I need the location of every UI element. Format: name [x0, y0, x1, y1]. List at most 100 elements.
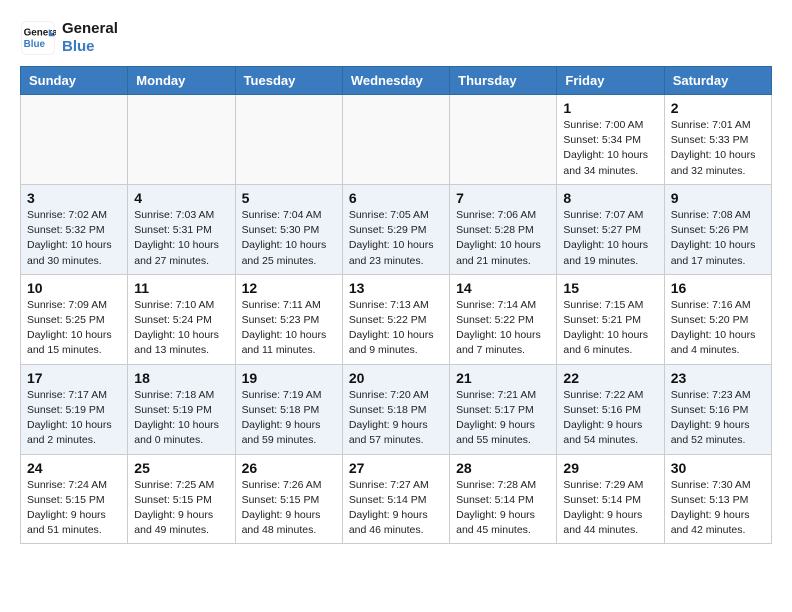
day-info: Sunrise: 7:08 AMSunset: 5:26 PMDaylight:…	[671, 208, 765, 269]
calendar-cell: 13Sunrise: 7:13 AMSunset: 5:22 PMDayligh…	[342, 274, 449, 364]
calendar-cell	[235, 95, 342, 185]
day-info: Sunrise: 7:28 AMSunset: 5:14 PMDaylight:…	[456, 478, 550, 539]
day-info: Sunrise: 7:21 AMSunset: 5:17 PMDaylight:…	[456, 388, 550, 449]
day-number: 5	[242, 190, 336, 206]
day-info: Sunrise: 7:05 AMSunset: 5:29 PMDaylight:…	[349, 208, 443, 269]
day-info: Sunrise: 7:30 AMSunset: 5:13 PMDaylight:…	[671, 478, 765, 539]
weekday-monday: Monday	[128, 67, 235, 95]
day-number: 15	[563, 280, 657, 296]
calendar-cell: 26 Sunrise: 7:26 AMSunset: 5:15 PMDayligh…	[235, 454, 342, 544]
calendar-table: SundayMondayTuesdayWednesdayThursdayFrid…	[20, 66, 772, 544]
calendar-cell: 9 Sunrise: 7:08 AMSunset: 5:26 PMDaylight…	[664, 184, 771, 274]
day-number: 18	[134, 370, 228, 386]
day-info: Sunrise: 7:06 AMSunset: 5:28 PMDaylight:…	[456, 208, 550, 269]
calendar-cell	[450, 95, 557, 185]
logo-line2: Blue	[62, 38, 118, 56]
day-number: 21	[456, 370, 550, 386]
calendar-cell: 1 Sunrise: 7:00 AMSunset: 5:34 PMDaylight…	[557, 95, 664, 185]
day-info: Sunrise: 7:02 AMSunset: 5:32 PMDaylight:…	[27, 208, 121, 269]
day-number: 2	[671, 100, 765, 116]
calendar-cell: 29 Sunrise: 7:29 AMSunset: 5:14 PMDayligh…	[557, 454, 664, 544]
calendar-cell: 22 Sunrise: 7:22 AMSunset: 5:16 PMDayligh…	[557, 364, 664, 454]
week-row-1: 1 Sunrise: 7:00 AMSunset: 5:34 PMDaylight…	[21, 95, 772, 185]
day-number: 4	[134, 190, 228, 206]
day-number: 12	[242, 280, 336, 296]
day-number: 17	[27, 370, 121, 386]
calendar-cell: 11Sunrise: 7:10 AMSunset: 5:24 PMDayligh…	[128, 274, 235, 364]
weekday-tuesday: Tuesday	[235, 67, 342, 95]
day-info: Sunrise: 7:24 AMSunset: 5:15 PMDaylight:…	[27, 478, 121, 539]
day-info: Sunrise: 7:15 AMSunset: 5:21 PMDaylight:…	[563, 298, 657, 359]
day-info: Sunrise: 7:19 AMSunset: 5:18 PMDaylight:…	[242, 388, 336, 449]
day-info: Sunrise: 7:03 AMSunset: 5:31 PMDaylight:…	[134, 208, 228, 269]
day-info: Sunrise: 7:16 AMSunset: 5:20 PMDaylight:…	[671, 298, 765, 359]
calendar-cell: 12 Sunrise: 7:11 AMSunset: 5:23 PMDayligh…	[235, 274, 342, 364]
day-info: Sunrise: 7:20 AMSunset: 5:18 PMDaylight:…	[349, 388, 443, 449]
page: General Blue General Blue SundayMondayTu…	[0, 0, 792, 554]
day-number: 27	[349, 460, 443, 476]
calendar-cell: 15 Sunrise: 7:15 AMSunset: 5:21 PMDayligh…	[557, 274, 664, 364]
weekday-thursday: Thursday	[450, 67, 557, 95]
weekday-friday: Friday	[557, 67, 664, 95]
calendar-cell: 21 Sunrise: 7:21 AMSunset: 5:17 PMDayligh…	[450, 364, 557, 454]
day-info: Sunrise: 7:09 AMSunset: 5:25 PMDaylight:…	[27, 298, 121, 359]
day-number: 11	[134, 280, 228, 296]
calendar-cell: 3Sunrise: 7:02 AMSunset: 5:32 PMDaylight…	[21, 184, 128, 274]
day-info: Sunrise: 7:25 AMSunset: 5:15 PMDaylight:…	[134, 478, 228, 539]
day-info: Sunrise: 7:18 AMSunset: 5:19 PMDaylight:…	[134, 388, 228, 449]
day-info: Sunrise: 7:17 AMSunset: 5:19 PMDaylight:…	[27, 388, 121, 449]
logo-text: General Blue	[62, 20, 118, 56]
day-info: Sunrise: 7:11 AMSunset: 5:23 PMDaylight:…	[242, 298, 336, 359]
weekday-sunday: Sunday	[21, 67, 128, 95]
day-info: Sunrise: 7:29 AMSunset: 5:14 PMDaylight:…	[563, 478, 657, 539]
day-number: 24	[27, 460, 121, 476]
calendar-cell: 30Sunrise: 7:30 AMSunset: 5:13 PMDayligh…	[664, 454, 771, 544]
calendar-cell: 18 Sunrise: 7:18 AMSunset: 5:19 PMDayligh…	[128, 364, 235, 454]
header: General Blue General Blue	[20, 20, 772, 56]
day-info: Sunrise: 7:14 AMSunset: 5:22 PMDaylight:…	[456, 298, 550, 359]
day-info: Sunrise: 7:26 AMSunset: 5:15 PMDaylight:…	[242, 478, 336, 539]
day-info: Sunrise: 7:00 AMSunset: 5:34 PMDaylight:…	[563, 118, 657, 179]
calendar-cell: 4 Sunrise: 7:03 AMSunset: 5:31 PMDaylight…	[128, 184, 235, 274]
day-number: 29	[563, 460, 657, 476]
week-row-4: 17 Sunrise: 7:17 AMSunset: 5:19 PMDayligh…	[21, 364, 772, 454]
day-number: 23	[671, 370, 765, 386]
day-number: 28	[456, 460, 550, 476]
day-number: 16	[671, 280, 765, 296]
weekday-wednesday: Wednesday	[342, 67, 449, 95]
day-number: 7	[456, 190, 550, 206]
calendar-cell: 7 Sunrise: 7:06 AMSunset: 5:28 PMDaylight…	[450, 184, 557, 274]
calendar-cell: 25Sunrise: 7:25 AMSunset: 5:15 PMDayligh…	[128, 454, 235, 544]
calendar-cell: 16 Sunrise: 7:16 AMSunset: 5:20 PMDayligh…	[664, 274, 771, 364]
day-number: 26	[242, 460, 336, 476]
calendar-cell: 10 Sunrise: 7:09 AMSunset: 5:25 PMDayligh…	[21, 274, 128, 364]
calendar-cell: 27Sunrise: 7:27 AMSunset: 5:14 PMDayligh…	[342, 454, 449, 544]
logo: General Blue General Blue	[20, 20, 118, 56]
calendar-cell: 24 Sunrise: 7:24 AMSunset: 5:15 PMDayligh…	[21, 454, 128, 544]
day-number: 14	[456, 280, 550, 296]
day-info: Sunrise: 7:01 AMSunset: 5:33 PMDaylight:…	[671, 118, 765, 179]
calendar-cell: 28 Sunrise: 7:28 AMSunset: 5:14 PMDayligh…	[450, 454, 557, 544]
calendar-cell	[21, 95, 128, 185]
calendar-cell: 20Sunrise: 7:20 AMSunset: 5:18 PMDayligh…	[342, 364, 449, 454]
week-row-3: 10 Sunrise: 7:09 AMSunset: 5:25 PMDayligh…	[21, 274, 772, 364]
calendar-cell: 2 Sunrise: 7:01 AMSunset: 5:33 PMDaylight…	[664, 95, 771, 185]
day-number: 22	[563, 370, 657, 386]
calendar-cell: 8Sunrise: 7:07 AMSunset: 5:27 PMDaylight…	[557, 184, 664, 274]
calendar-cell: 5Sunrise: 7:04 AMSunset: 5:30 PMDaylight…	[235, 184, 342, 274]
calendar-cell: 14 Sunrise: 7:14 AMSunset: 5:22 PMDayligh…	[450, 274, 557, 364]
day-number: 1	[563, 100, 657, 116]
day-number: 9	[671, 190, 765, 206]
calendar-cell: 6Sunrise: 7:05 AMSunset: 5:29 PMDaylight…	[342, 184, 449, 274]
calendar-cell: 19 Sunrise: 7:19 AMSunset: 5:18 PMDayligh…	[235, 364, 342, 454]
weekday-header-row: SundayMondayTuesdayWednesdayThursdayFrid…	[21, 67, 772, 95]
week-row-2: 3Sunrise: 7:02 AMSunset: 5:32 PMDaylight…	[21, 184, 772, 274]
calendar-cell	[128, 95, 235, 185]
day-number: 10	[27, 280, 121, 296]
svg-text:Blue: Blue	[24, 39, 46, 50]
day-info: Sunrise: 7:07 AMSunset: 5:27 PMDaylight:…	[563, 208, 657, 269]
weekday-saturday: Saturday	[664, 67, 771, 95]
logo-icon: General Blue	[20, 20, 56, 56]
day-info: Sunrise: 7:22 AMSunset: 5:16 PMDaylight:…	[563, 388, 657, 449]
day-number: 19	[242, 370, 336, 386]
